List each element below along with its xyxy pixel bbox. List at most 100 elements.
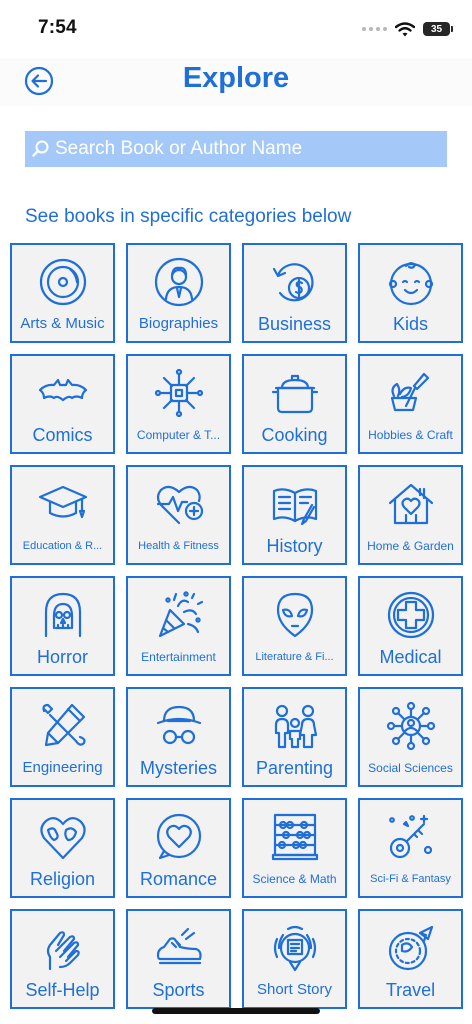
category-label: History — [266, 536, 323, 556]
garden-tools-icon — [384, 366, 438, 420]
category-label: Sports — [152, 980, 205, 1000]
category-tile-arts-music[interactable]: Arts & Music — [10, 243, 115, 343]
category-grid: Arts & Music Biographies Business Kids C… — [10, 243, 463, 1009]
category-label: Hobbies & Craft — [368, 428, 453, 442]
running-shoe-icon — [152, 921, 206, 975]
abacus-icon — [268, 810, 322, 864]
category-tile-health-fitness[interactable]: Health & Fitness — [126, 465, 231, 565]
circuit-chip-icon — [152, 366, 206, 420]
category-label: Sci-Fi & Fantasy — [370, 873, 451, 885]
category-label: Entertainment — [141, 650, 216, 664]
heart-pulse-icon — [152, 477, 206, 531]
category-label: Mysteries — [139, 758, 217, 778]
category-tile-sports[interactable]: Sports — [126, 909, 231, 1009]
category-label: Cooking — [261, 425, 328, 445]
category-tile-computer-t[interactable]: Computer & T... — [126, 354, 231, 454]
category-label: Home & Garden — [367, 539, 454, 553]
open-book-icon — [268, 477, 322, 531]
category-tile-engineering[interactable]: Engineering — [10, 687, 115, 787]
category-tile-medical[interactable]: Medical — [358, 576, 463, 676]
category-label: Science & Math — [252, 872, 337, 886]
home-indicator — [152, 1008, 320, 1014]
category-tile-home-garden[interactable]: Home & Garden — [358, 465, 463, 565]
category-label: Travel — [385, 980, 436, 1000]
search-input[interactable] — [51, 131, 447, 167]
category-tile-religion[interactable]: Religion — [10, 798, 115, 898]
category-label: Education & R... — [22, 540, 103, 552]
category-tile-kids[interactable]: Kids — [358, 243, 463, 343]
category-tile-comics[interactable]: Comics — [10, 354, 115, 454]
space-key-icon — [384, 810, 438, 864]
status-time: 7:54 — [38, 17, 77, 38]
heart-bubble-icon — [152, 810, 206, 864]
category-tile-education-r[interactable]: Education & R... — [10, 465, 115, 565]
vinyl-record-icon — [36, 255, 90, 309]
category-tile-social-sciences[interactable]: Social Sciences — [358, 687, 463, 787]
category-tile-biographies[interactable]: Biographies — [126, 243, 231, 343]
category-label: Medical — [379, 647, 442, 667]
battery-icon: 35 — [423, 22, 453, 36]
person-portrait-icon — [152, 255, 206, 309]
category-tile-history[interactable]: History — [242, 465, 347, 565]
alien-head-icon — [268, 588, 322, 642]
header-bar: Explore — [0, 58, 472, 106]
bat-emblem-icon — [36, 366, 90, 420]
category-tile-parenting[interactable]: Parenting — [242, 687, 347, 787]
category-label: Social Sciences — [368, 761, 453, 775]
tools-icon — [36, 699, 90, 753]
category-label: Religion — [29, 869, 96, 889]
medical-cross-icon — [384, 588, 438, 642]
category-tile-hobbies-craft[interactable]: Hobbies & Craft — [358, 354, 463, 454]
category-label: Business — [257, 314, 332, 334]
globe-plane-icon — [384, 921, 438, 975]
detective-icon — [152, 699, 206, 753]
category-label: Short Story — [256, 981, 333, 998]
category-tile-cooking[interactable]: Cooking — [242, 354, 347, 454]
category-tile-entertainment[interactable]: Entertainment — [126, 576, 231, 676]
skull-hood-icon — [36, 588, 90, 642]
house-heart-icon — [384, 477, 438, 531]
category-tile-mysteries[interactable]: Mysteries — [126, 687, 231, 787]
graduation-cap-icon — [36, 477, 90, 531]
category-label: Parenting — [255, 758, 334, 778]
category-label: Horror — [36, 647, 88, 667]
category-label: Literature & Fi... — [255, 651, 334, 663]
category-tile-science-math[interactable]: Science & Math — [242, 798, 347, 898]
category-tile-short-story[interactable]: Short Story — [242, 909, 347, 1009]
category-tile-self-help[interactable]: Self-Help — [10, 909, 115, 1009]
baby-face-icon — [384, 255, 438, 309]
category-label: Computer & T... — [136, 428, 221, 442]
search-icon — [32, 140, 49, 157]
party-popper-icon — [152, 588, 206, 642]
battery-level: 35 — [430, 23, 443, 35]
category-tile-business[interactable]: Business — [242, 243, 347, 343]
category-label: Engineering — [22, 759, 103, 776]
wifi-icon — [395, 21, 415, 36]
social-network-icon — [384, 699, 438, 753]
category-tile-horror[interactable]: Horror — [10, 576, 115, 676]
category-label: Comics — [32, 425, 93, 445]
status-indicators: 35 — [362, 18, 453, 40]
category-label: Arts & Music — [20, 315, 105, 332]
category-tile-travel[interactable]: Travel — [358, 909, 463, 1009]
category-tile-romance[interactable]: Romance — [126, 798, 231, 898]
category-label: Kids — [392, 314, 428, 334]
cooking-pot-icon — [268, 366, 322, 420]
coin-arrow-icon — [268, 255, 322, 309]
section-label: See books in specific categories below — [25, 206, 352, 227]
heart-globe-icon — [36, 810, 90, 864]
story-radio-icon — [268, 921, 322, 975]
family-icon — [268, 699, 322, 753]
page-title: Explore — [182, 62, 290, 94]
signal-icon — [362, 27, 387, 31]
search-bar[interactable] — [25, 131, 447, 167]
category-label: Biographies — [138, 315, 219, 332]
category-label: Health & Fitness — [138, 540, 219, 552]
category-label: Romance — [139, 869, 218, 889]
category-label: Self-Help — [25, 980, 100, 1000]
category-tile-literature-fi[interactable]: Literature & Fi... — [242, 576, 347, 676]
status-bar: 7:54 35 — [0, 0, 472, 58]
helping-hands-icon — [36, 921, 90, 975]
explore-screen: 7:54 35 Explore See books in specific ca… — [0, 0, 472, 1024]
category-tile-sci-fi-fantasy[interactable]: Sci-Fi & Fantasy — [358, 798, 463, 898]
